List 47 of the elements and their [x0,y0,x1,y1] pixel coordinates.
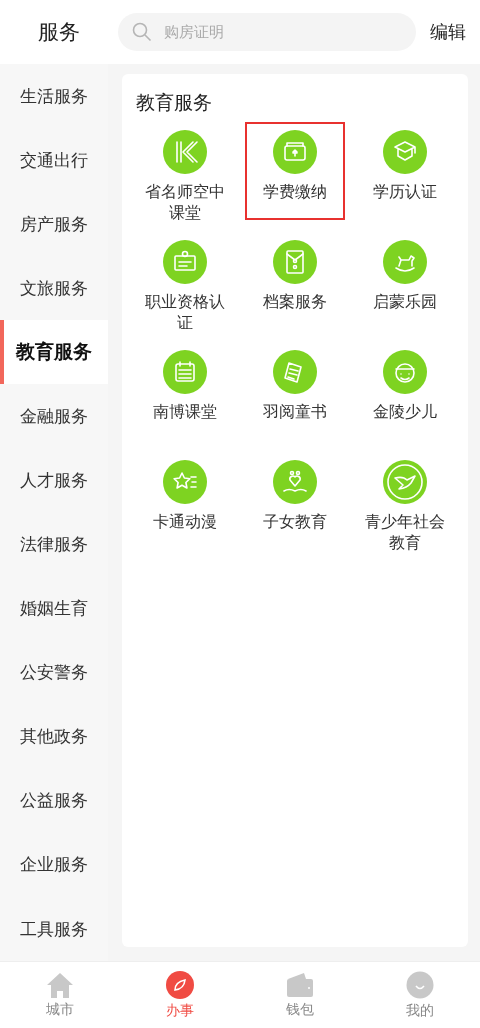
service-item[interactable]: 羽阅童书 [245,342,345,440]
service-item[interactable]: 学历认证 [355,122,455,220]
sidebar-item[interactable]: 文旅服务 [0,256,108,321]
file-pouch-icon [273,240,317,284]
tab-label[interactable]: 城市 [46,1000,74,1019]
sidebar-item[interactable]: 人才服务 [0,448,108,513]
certificate-icon [163,240,207,284]
sidebar-item[interactable]: 企业服务 [0,832,108,897]
tab-label[interactable]: 我的 [406,1001,434,1020]
sidebar-item[interactable]: 婚姻生育 [0,576,108,641]
search-bar[interactable]: 购房证明 [118,13,416,51]
k-logo-icon [163,130,207,174]
service-item[interactable]: 启蒙乐园 [355,232,455,330]
heart-book-icon [273,460,317,504]
sidebar-item[interactable]: 交通出行 [0,128,108,193]
sidebar-item[interactable]: 金融服务 [0,384,108,449]
child-face-icon [383,350,427,394]
service-item[interactable]: 子女教育 [245,452,345,550]
service-item[interactable]: 青少年社会教育 [355,452,455,550]
service-item[interactable]: 南博课堂 [135,342,235,440]
service-item[interactable]: 金陵少儿 [355,342,455,440]
sidebar-item[interactable]: 其他政务 [0,704,108,769]
rocking-horse-icon [383,240,427,284]
service-item[interactable]: 省名师空中课堂 [135,122,235,220]
sidebar-item[interactable]: 工具服务 [0,897,108,962]
service-item[interactable]: 档案服务 [245,232,345,330]
search-input[interactable]: 购房证明 [162,22,402,42]
tab-label[interactable]: 钱包 [286,1000,314,1019]
money-envelope-icon [273,130,317,174]
graduation-cap-icon [383,130,427,174]
edit-button[interactable]: 编辑 [430,20,466,44]
sidebar-item[interactable]: 法律服务 [0,512,108,577]
sidebar-item[interactable]: 房产服务 [0,192,108,257]
dove-emblem-icon [383,460,427,504]
sidebar-item[interactable]: 公益服务 [0,768,108,833]
search-icon [132,22,152,42]
service-item[interactable]: 学费缴纳 [245,122,345,220]
sidebar-item[interactable]: 生活服务 [0,64,108,129]
section-title: 教育服务 [136,90,213,115]
calendar-icon [163,350,207,394]
sidebar-item[interactable]: 教育服务 [0,320,108,385]
sidebar-item[interactable]: 公安警务 [0,640,108,705]
service-item[interactable]: 卡通动漫 [135,452,235,550]
page-title: 服务 [37,19,81,46]
tab-label[interactable]: 办事 [166,1001,194,1020]
notepad-icon [273,350,317,394]
service-item[interactable]: 职业资格认证 [135,232,235,330]
